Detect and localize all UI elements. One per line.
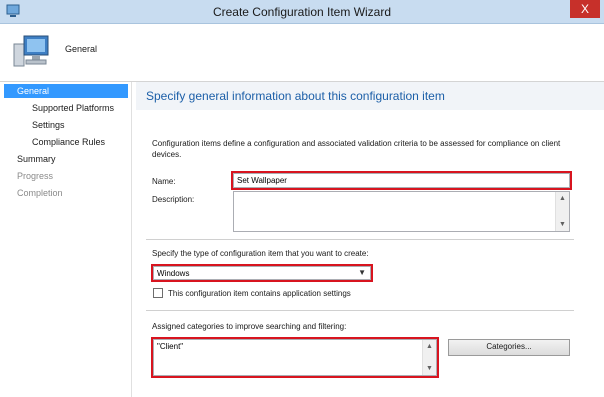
categories-button[interactable]: Categories... (448, 339, 570, 356)
scroll-up-icon[interactable]: ▲ (423, 340, 436, 353)
scroll-up-icon[interactable]: ▲ (556, 192, 569, 205)
wizard-nav: General Supported Platforms Settings Com… (0, 82, 132, 397)
wizard-header: General (0, 24, 604, 82)
description-input[interactable]: ▲ ▼ (233, 191, 570, 232)
type-select[interactable]: Windows ▼ (151, 264, 373, 282)
chevron-down-icon: ▼ (358, 268, 366, 277)
window-title: Create Configuration Item Wizard (212, 5, 392, 19)
nav-item-progress: Progress (17, 171, 54, 181)
nav-item-settings[interactable]: Settings (4, 118, 65, 132)
description-label: Description: (152, 195, 195, 204)
app-settings-label: This configuration item contains applica… (168, 289, 351, 298)
type-label: Specify the type of configuration item t… (152, 249, 369, 258)
separator (146, 310, 574, 311)
nav-item-general[interactable]: General (4, 84, 128, 98)
categories-value: "Client" (157, 342, 184, 351)
type-value: Windows (157, 269, 190, 278)
description-scrollbar[interactable]: ▲ ▼ (555, 192, 569, 231)
nav-item-completion: Completion (17, 188, 63, 198)
categories-label: Assigned categories to improve searching… (152, 322, 347, 331)
page-title: Specify general information about this c… (146, 89, 445, 103)
nav-item-compliance-rules[interactable]: Compliance Rules (4, 135, 105, 149)
name-label: Name: (152, 177, 176, 186)
content-title-band: Specify general information about this c… (136, 82, 604, 110)
content-pane: Specify general information about this c… (136, 82, 604, 397)
header-label: General (65, 44, 98, 54)
nav-item-supported-platforms[interactable]: Supported Platforms (4, 101, 114, 115)
computer-icon (13, 35, 49, 67)
title-bar: Create Configuration Item Wizard X (0, 0, 604, 24)
close-button[interactable]: X (570, 0, 600, 18)
app-settings-checkbox[interactable] (153, 288, 163, 298)
separator (146, 239, 574, 240)
scroll-down-icon[interactable]: ▼ (423, 362, 436, 375)
nav-item-summary[interactable]: Summary (4, 152, 56, 166)
categories-list[interactable]: "Client" ▲ ▼ (151, 337, 439, 378)
description-text: Configuration items define a configurati… (152, 139, 561, 159)
name-input[interactable]: Set Wallpaper (231, 171, 572, 190)
categories-scrollbar[interactable]: ▲ ▼ (422, 340, 436, 375)
scroll-down-icon[interactable]: ▼ (556, 218, 569, 231)
